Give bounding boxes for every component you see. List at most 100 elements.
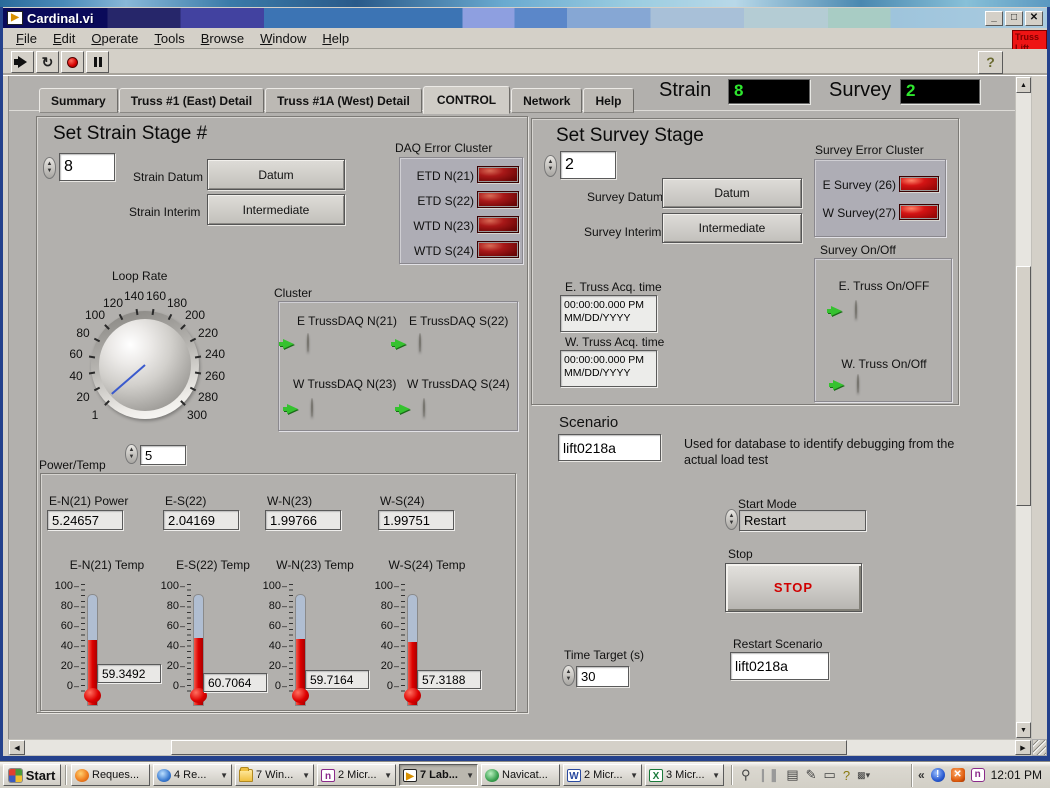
e-truss-acq-display: 00:00:00.000 PMMM/DD/YYYY: [560, 295, 657, 332]
taskbar-item-navicat[interactable]: Navicat...: [481, 764, 560, 786]
menu-file[interactable]: File: [9, 29, 44, 48]
led-label: ETD S(22): [404, 194, 474, 208]
scroll-left-button[interactable]: ◀: [9, 740, 25, 755]
menu-window[interactable]: Window: [253, 29, 313, 48]
strain-datum-button[interactable]: Datum: [207, 159, 345, 190]
time-target-spinner[interactable]: ▲▼: [562, 665, 575, 686]
green-arrow-icon: [283, 339, 294, 349]
trussdaq-label: W TrussDAQ S(24): [407, 377, 510, 391]
etd-n21-led: [477, 166, 519, 183]
microphone-icon[interactable]: ⚲: [741, 767, 751, 783]
window-titlebar[interactable]: ▶ Cardinal.vi _ □ ✕: [3, 8, 1047, 28]
taskbar-item-onenote[interactable]: n 2 Micr...▼: [317, 764, 396, 786]
tab-help[interactable]: Help: [583, 88, 633, 113]
survey-datum-button[interactable]: Datum: [662, 178, 802, 208]
survey-interim-button[interactable]: Intermediate: [662, 213, 802, 243]
survey-error-cluster-title: Survey Error Cluster: [815, 143, 924, 157]
start-button[interactable]: Start: [3, 764, 61, 786]
stop-button[interactable]: STOP: [725, 563, 862, 612]
survey-stage-panel: Set Survey Stage ▲▼ 2 Survey Datum Datum…: [531, 118, 959, 405]
menu-browse[interactable]: Browse: [194, 29, 251, 48]
pen-icon[interactable]: ✎: [806, 767, 817, 783]
tray-chevron-icon[interactable]: «: [918, 768, 925, 782]
menu-tools[interactable]: Tools: [147, 29, 191, 48]
strain-interim-button[interactable]: Intermediate: [207, 194, 345, 225]
loop-rate-spinner[interactable]: ▲▼: [125, 444, 138, 464]
window-icon[interactable]: ▭: [824, 767, 836, 783]
horizontal-scrollbar[interactable]: ◀ ▶: [8, 739, 1032, 756]
w-survey-27-led: [899, 204, 939, 220]
survey-stage-input[interactable]: 2: [560, 151, 616, 179]
messenger-alert-icon[interactable]: !: [931, 768, 945, 782]
w-truss-onoff-button[interactable]: [857, 374, 859, 393]
e-trussdaq-n21-button[interactable]: [307, 333, 309, 352]
horizontal-scroll-thumb[interactable]: [171, 740, 847, 755]
e-trussdaq-s22-button[interactable]: [419, 333, 421, 352]
taskbar-item-windows-explorer[interactable]: 7 Win...▼: [235, 764, 314, 786]
onenote-icon: n: [321, 769, 335, 782]
taskbar-item-firefox[interactable]: Reques...: [71, 764, 150, 786]
survey-value-display: 2: [900, 79, 980, 104]
e-truss-onoff-button[interactable]: [855, 300, 857, 319]
w-trussdaq-s24-button[interactable]: [423, 398, 425, 417]
restart-scenario-input[interactable]: lift0218a: [730, 652, 829, 680]
screen: ▶ Cardinal.vi _ □ ✕ File Edit Operate To…: [0, 0, 1050, 788]
trussdaq-label: W TrussDAQ N(23): [293, 377, 396, 391]
w-trussdaq-n23-button[interactable]: [311, 398, 313, 417]
abort-button[interactable]: [61, 51, 84, 73]
help-icon[interactable]: ?: [843, 768, 850, 783]
loop-rate-input[interactable]: 5: [140, 445, 186, 465]
menu-edit[interactable]: Edit: [46, 29, 82, 48]
led-label: W Survey(27): [818, 206, 896, 220]
scenario-input[interactable]: lift0218a: [558, 434, 661, 461]
run-continuous-button[interactable]: ↻: [36, 51, 59, 73]
pause-button[interactable]: [86, 51, 109, 73]
taskbar-item-labview[interactable]: ▶ 7 Lab...▼: [399, 764, 478, 786]
quick-launch: ⚲ ❙❚ ▤ ✎ ▭ ? ▩▾: [741, 767, 870, 783]
start-mode-value[interactable]: Restart: [739, 510, 866, 531]
taskbar-item-excel[interactable]: X 3 Micr...▼: [645, 764, 724, 786]
start-mode-spinner[interactable]: ▲▼: [725, 509, 738, 530]
tab-network[interactable]: Network: [511, 88, 582, 113]
scroll-down-button[interactable]: ▼: [1016, 722, 1031, 738]
survey-stage-spinner[interactable]: ▲▼: [544, 155, 557, 177]
taskbar-item-word[interactable]: W 2 Micr...▼: [563, 764, 642, 786]
strain-stage-spinner[interactable]: ▲▼: [43, 157, 56, 179]
run-button[interactable]: [11, 51, 34, 73]
security-alert-icon[interactable]: ✕: [951, 768, 965, 782]
knob-scale-label: 240: [205, 347, 225, 361]
survey-panel-title: Set Survey Stage: [556, 125, 704, 147]
labview-icon: ▶: [403, 769, 417, 782]
close-button[interactable]: ✕: [1025, 11, 1043, 26]
tablet-input-icon[interactable]: ▤: [786, 767, 798, 783]
strain-header-label: Strain: [659, 79, 711, 102]
labview-app-icon: ▶: [7, 11, 23, 25]
scroll-up-button[interactable]: ▲: [1016, 77, 1031, 93]
tab-summary[interactable]: Summary: [39, 88, 118, 113]
folder-icon: [239, 769, 253, 782]
show-desktop-icon[interactable]: ▩▾: [857, 770, 870, 781]
onenote-tray-icon[interactable]: n: [971, 768, 985, 782]
resize-grip[interactable]: [1032, 739, 1047, 756]
cluster-title: Cluster: [274, 286, 312, 300]
narrator-icon[interactable]: ❙❚: [758, 767, 780, 783]
taskbar-item-remote[interactable]: 4 Re...▼: [153, 764, 232, 786]
maximize-button[interactable]: □: [1005, 11, 1023, 26]
tab-truss-1a-west-detail[interactable]: Truss #1A (West) Detail: [265, 88, 422, 113]
abort-icon: [67, 57, 78, 68]
strain-stage-input[interactable]: 8: [59, 153, 115, 181]
menu-help[interactable]: Help: [315, 29, 356, 48]
taskbar: Start Reques... 4 Re...▼ 7 Win...▼ n 2 M…: [0, 761, 1050, 788]
time-target-input[interactable]: 30: [576, 666, 629, 687]
front-panel: Summary Truss #1 (East) Detail Truss #1A…: [8, 76, 1015, 739]
tab-truss-1-east-detail[interactable]: Truss #1 (East) Detail: [119, 88, 264, 113]
tab-control[interactable]: CONTROL: [423, 86, 510, 114]
context-help-button[interactable]: ?: [978, 51, 1003, 74]
vertical-scrollbar[interactable]: ▲ ▼: [1015, 76, 1032, 739]
vertical-scroll-thumb[interactable]: [1016, 266, 1031, 506]
trussdaq-cluster: E TrussDAQ N(21) E TrussDAQ S(22) W Trus…: [278, 301, 518, 431]
survey-interim-label: Survey Interim: [584, 225, 661, 239]
scroll-right-button[interactable]: ▶: [1015, 740, 1031, 755]
minimize-button[interactable]: _: [985, 11, 1003, 26]
menu-operate[interactable]: Operate: [84, 29, 145, 48]
